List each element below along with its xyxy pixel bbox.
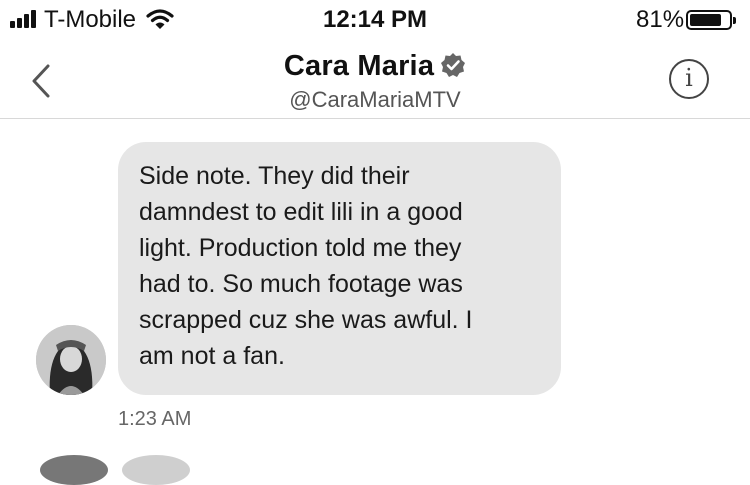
verified-badge-icon	[441, 53, 466, 77]
avatar-photo	[36, 325, 106, 395]
message-text: Side note. They did their damndest to ed…	[139, 162, 473, 370]
battery-fill	[690, 14, 721, 26]
contact-title[interactable]: Cara Maria @CaraMariaMTV	[0, 50, 750, 113]
info-icon: i	[685, 64, 693, 92]
contact-name: Cara Maria	[283, 50, 435, 82]
conversation-header: Cara Maria @CaraMariaMTV i	[0, 40, 750, 119]
status-bar: T-Mobile 12:14 PM 81%	[0, 0, 750, 40]
next-bubble-peek	[122, 455, 190, 485]
avatar[interactable]	[36, 325, 106, 395]
battery-percent: 81%	[636, 6, 685, 33]
next-avatar-peek	[40, 455, 108, 485]
message-bubble[interactable]: Side note. They did their damndest to ed…	[118, 142, 561, 395]
battery-icon	[686, 10, 736, 30]
info-button[interactable]: i	[669, 59, 709, 99]
contact-name-row: Cara Maria	[0, 50, 750, 83]
contact-handle: @CaraMariaMTV	[289, 87, 461, 112]
message-timestamp: 1:23 AM	[118, 408, 192, 430]
